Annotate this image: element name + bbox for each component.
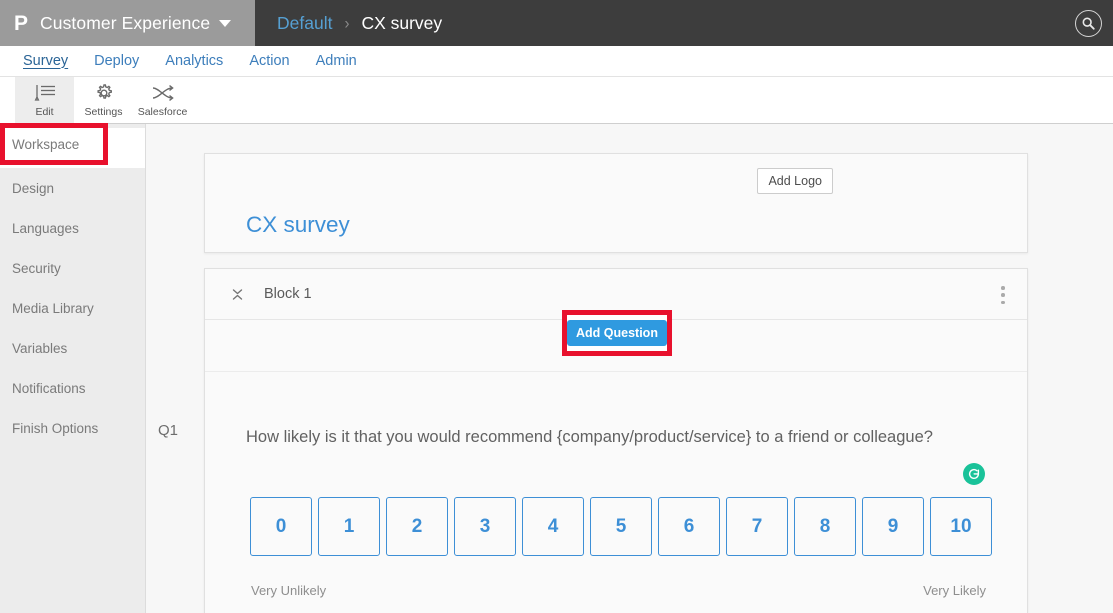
chevron-down-icon[interactable] xyxy=(219,19,232,27)
sidebar-item-notifications[interactable]: Notifications xyxy=(0,368,145,408)
breadcrumb-parent-link[interactable]: Default xyxy=(277,13,332,34)
breadcrumb: Default › CX survey xyxy=(255,0,442,46)
ribbon-item-edit[interactable]: Edit xyxy=(15,77,74,123)
sidebar-label-variables: Variables xyxy=(12,340,68,356)
nps-option-4[interactable]: 4 xyxy=(522,497,584,556)
annotation-highlight-workspace[interactable]: Workspace xyxy=(0,123,108,165)
breadcrumb-current: CX survey xyxy=(361,12,443,33)
nps-scale-row: 0 1 2 3 4 5 6 7 8 9 10 xyxy=(250,497,992,556)
nps-option-3[interactable]: 3 xyxy=(454,497,516,556)
sidebar-label-design: Design xyxy=(12,180,55,196)
kebab-menu-icon[interactable] xyxy=(1001,286,1005,304)
nps-option-0[interactable]: 0 xyxy=(250,497,312,556)
sidebar-item-finish-options[interactable]: Finish Options xyxy=(0,408,145,448)
nps-option-2[interactable]: 2 xyxy=(386,497,448,556)
nps-option-5[interactable]: 5 xyxy=(590,497,652,556)
sidebar-item-languages[interactable]: Languages xyxy=(0,208,145,248)
survey-title[interactable]: CX survey xyxy=(246,212,350,238)
kebab-dot xyxy=(1001,293,1005,297)
breadcrumb-separator-icon: › xyxy=(344,13,350,33)
nps-option-6[interactable]: 6 xyxy=(658,497,720,556)
nps-option-7[interactable]: 7 xyxy=(726,497,788,556)
scale-anchor-right: Very Likely xyxy=(923,583,986,598)
nav-tab-survey[interactable]: Survey xyxy=(10,46,81,77)
sidebar-label-finish-options: Finish Options xyxy=(12,420,99,436)
sidebar-label-security: Security xyxy=(12,260,61,276)
ribbon-label-salesforce: Salesforce xyxy=(137,106,188,118)
collapse-chevrons-icon[interactable] xyxy=(228,284,246,304)
recode-refresh-icon[interactable] xyxy=(963,463,985,485)
edit-pen-icon xyxy=(32,82,58,104)
survey-header-card: Add Logo CX survey xyxy=(204,153,1028,253)
block-name[interactable]: Block 1 xyxy=(264,286,312,302)
ribbon-label-settings: Settings xyxy=(84,106,123,118)
nps-option-9[interactable]: 9 xyxy=(862,497,924,556)
add-question-button[interactable]: Add Question xyxy=(567,320,667,346)
scale-anchor-left: Very Unlikely xyxy=(251,583,327,598)
salesforce-arrows-icon xyxy=(150,82,176,104)
kebab-dot xyxy=(1001,286,1005,290)
block-card: Block 1 Add Question How likely is it th… xyxy=(204,268,1028,613)
survey-canvas: Q1 Add Logo CX survey Block 1 Add Questi… xyxy=(146,124,1113,613)
nps-option-10[interactable]: 10 xyxy=(930,497,992,556)
sidebar-item-media-library[interactable]: Media Library xyxy=(0,288,145,328)
sidebar-item-security[interactable]: Security xyxy=(0,248,145,288)
ribbon-toolbar: Edit Settings Salesforce xyxy=(0,77,1113,124)
annotation-highlight-add-question[interactable]: Add Question xyxy=(562,310,672,356)
question-text[interactable]: How likely is it that you would recommen… xyxy=(246,424,946,450)
gear-icon xyxy=(93,82,115,104)
ribbon-item-salesforce[interactable]: Salesforce xyxy=(133,77,192,123)
brand-zone[interactable]: P Customer Experience xyxy=(0,0,255,46)
kebab-dot xyxy=(1001,300,1005,304)
qualtrics-logo-icon: P xyxy=(14,11,29,35)
annotated-workspace-label: Workspace xyxy=(12,136,80,152)
nps-option-1[interactable]: 1 xyxy=(318,497,380,556)
add-logo-button[interactable]: Add Logo xyxy=(757,168,833,194)
primary-nav: Survey Deploy Analytics Action Admin xyxy=(0,46,1113,77)
top-header: P Customer Experience Default › CX surve… xyxy=(0,0,1113,46)
nav-tab-action[interactable]: Action xyxy=(236,46,302,77)
sidebar-label-media-library: Media Library xyxy=(12,300,94,316)
nav-tab-analytics[interactable]: Analytics xyxy=(152,46,236,77)
sidebar-label-languages: Languages xyxy=(12,220,79,236)
sidebar-label-notifications: Notifications xyxy=(12,380,86,396)
question-number-label: Q1 xyxy=(158,422,179,439)
sidebar-item-design[interactable]: Design xyxy=(0,168,145,208)
ribbon-label-edit: Edit xyxy=(35,106,54,118)
question-number-gutter: Q1 xyxy=(146,124,204,613)
nav-tab-admin[interactable]: Admin xyxy=(303,46,370,77)
search-icon[interactable] xyxy=(1075,10,1102,37)
nps-option-8[interactable]: 8 xyxy=(794,497,856,556)
nav-tab-deploy[interactable]: Deploy xyxy=(81,46,152,77)
brand-name: Customer Experience xyxy=(40,12,211,33)
ribbon-item-settings[interactable]: Settings xyxy=(74,77,133,123)
left-sidebar: Workspace Design Languages Security Medi… xyxy=(0,124,146,613)
sidebar-item-variables[interactable]: Variables xyxy=(0,328,145,368)
